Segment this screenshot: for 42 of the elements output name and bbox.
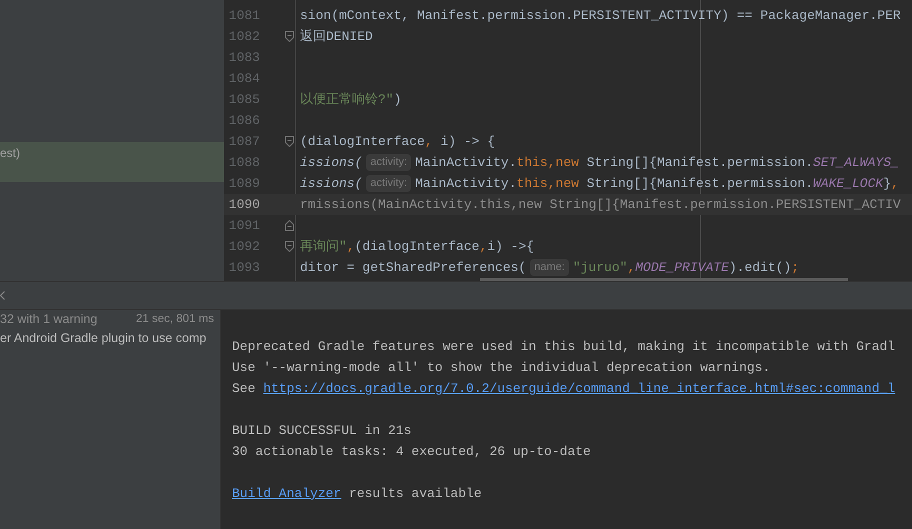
line-number: 1084 [228, 70, 260, 88]
line-number: 1088 [228, 154, 260, 172]
line-number: 1086 [228, 112, 260, 130]
output-text: results available [348, 484, 482, 503]
build-duration: 21 sec, 801 ms [136, 312, 214, 327]
build-tree-item[interactable]: 32 with 1 warning [0, 310, 98, 329]
line-number: 1089 [228, 174, 260, 193]
fold-icon[interactable] [285, 31, 294, 42]
line-number: 1085 [228, 90, 260, 109]
parameter-hint: activity: [366, 175, 412, 192]
output-text: BUILD SUCCESSFUL in 21s [232, 422, 412, 440]
code-line: 再询问",(dialogInterface,i) ->{ [299, 238, 534, 256]
output-text: 30 actionable tasks: 4 executed, 26 up-to-date [232, 442, 591, 461]
output-text: Deprecated Gradle features were used in this build, making it incompatible with Gradl [232, 338, 896, 356]
output-link[interactable]: Build Analyzer [232, 484, 342, 504]
line-number: 1083 [228, 48, 260, 67]
code-line: sion(mContext, Manifest.permission.PERSISTENT_ACTIVITY) == PackageManager.PER [299, 6, 901, 25]
line-number: 1082 [228, 28, 260, 46]
code-line: issions( activity: MainActivity.this,new String[]{Manifest.permission.SET_ALWAYS_ [299, 153, 899, 172]
output-text: See [232, 380, 256, 398]
line-number: 1091 [228, 216, 260, 235]
code-line: rmissions(MainActivity.this,new String[]{Manifest.permission.PERSISTENT_ACTIV [299, 196, 901, 214]
code-line: (dialogInterface, i) -> { [299, 132, 496, 151]
fold-icon[interactable] [285, 136, 294, 147]
code-line: issions( activity: MainActivity.this,new String[]{Manifest.permission.WAKE_LOCK}, [299, 174, 899, 194]
build-tree-item[interactable]: er Android Gradle plugin to use comp [0, 329, 206, 348]
code-line: ditor = getSharedPreferences( name: "juruo",MODE_PRIVATE).edit(); [299, 258, 800, 278]
parameter-hint: activity: [366, 154, 412, 171]
line-number: 1092 [228, 238, 260, 256]
code-line: 返回DENIED [299, 28, 373, 46]
line-number: 1090 [228, 196, 260, 214]
line-number: 1093 [228, 258, 260, 277]
output-link[interactable]: https://docs.gradle.org/7.0.2/userguide/command_line_interface.html#sec:command_l [263, 378, 896, 398]
project-tree-row[interactable]: est) [0, 142, 224, 182]
code-line: 以便正常响铃?") [299, 90, 402, 109]
parameter-hint: name: [530, 259, 569, 276]
output-text: Use '--warning-mode all' to show the individual deprecation warnings. [232, 358, 770, 377]
chevron-left-icon[interactable] [0, 291, 5, 300]
fold-icon[interactable] [285, 241, 294, 252]
line-number: 1081 [228, 6, 260, 25]
line-number: 1087 [228, 132, 260, 151]
fold-icon[interactable] [285, 220, 294, 231]
